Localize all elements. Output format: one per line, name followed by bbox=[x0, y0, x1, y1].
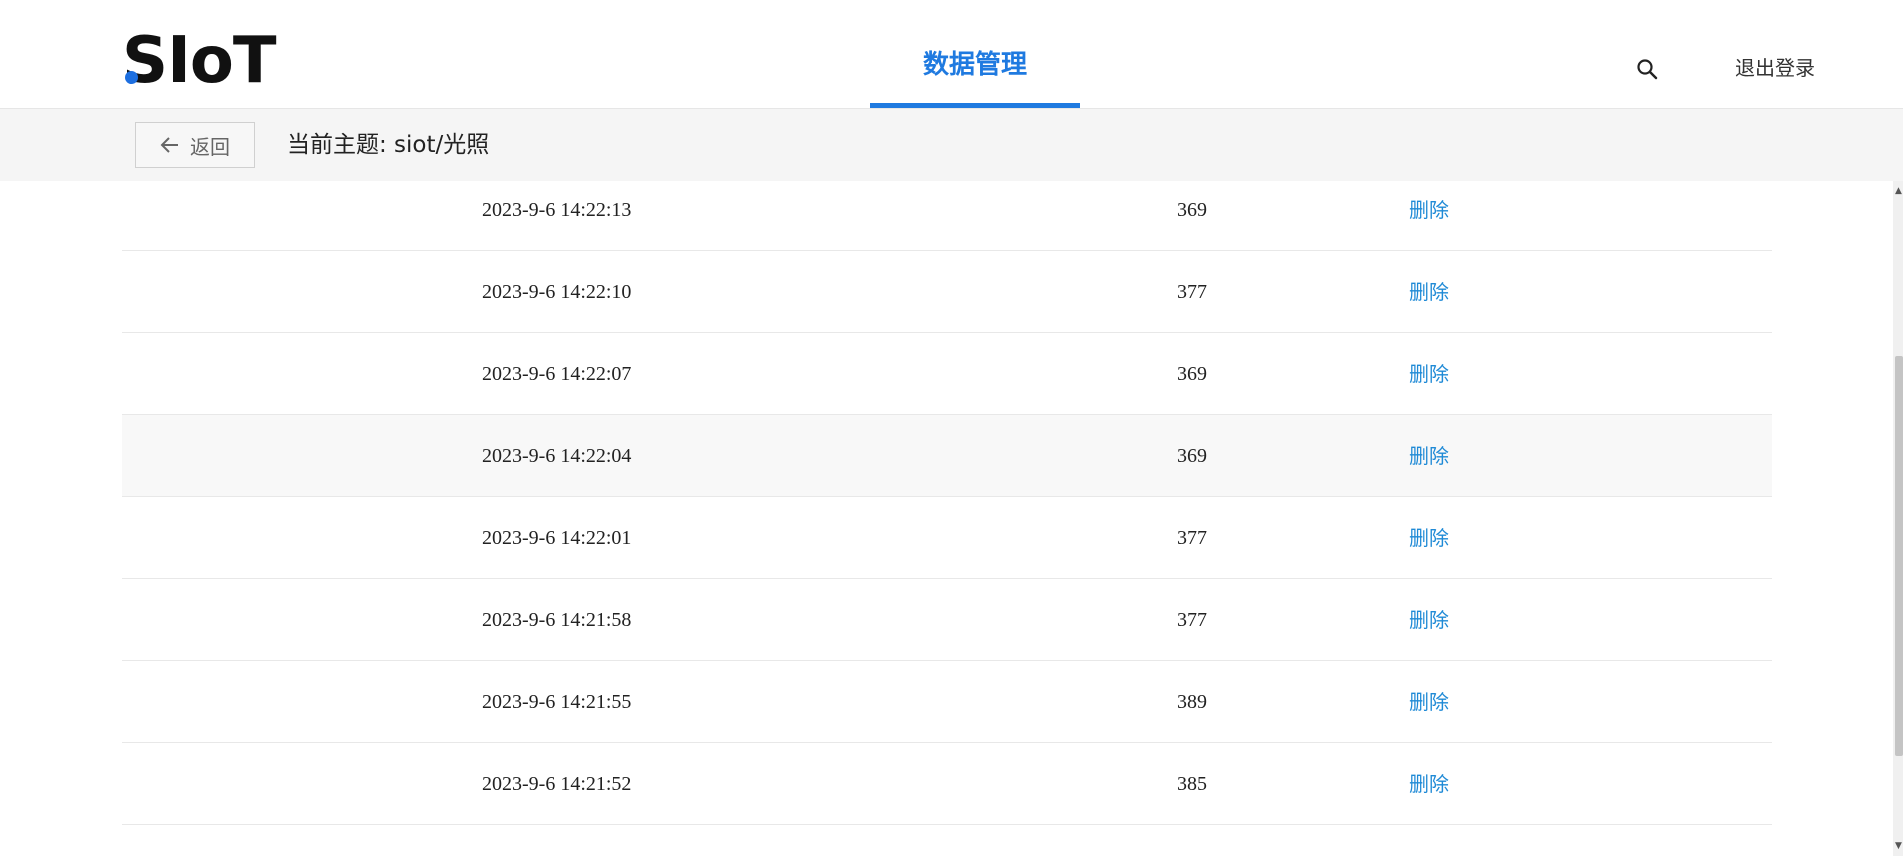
search-button[interactable] bbox=[1630, 52, 1664, 86]
vertical-scrollbar[interactable]: ▲ ▼ bbox=[1893, 181, 1903, 856]
arrow-left-icon bbox=[160, 137, 178, 153]
delete-link[interactable]: 删除 bbox=[1409, 333, 1449, 415]
row-value: 377 bbox=[1177, 281, 1207, 303]
topic-toolbar: 返回 当前主题: siot/光照 bbox=[0, 109, 1903, 181]
back-button[interactable]: 返回 bbox=[135, 122, 255, 168]
scrollbar-thumb[interactable] bbox=[1895, 356, 1903, 756]
delete-link[interactable]: 删除 bbox=[1409, 579, 1449, 661]
row-value: 377 bbox=[1177, 609, 1207, 631]
logout-button[interactable]: 退出登录 bbox=[1735, 53, 1815, 83]
delete-link[interactable]: 删除 bbox=[1409, 661, 1449, 743]
delete-link[interactable]: 删除 bbox=[1409, 743, 1449, 825]
row-timestamp: 2023-9-6 14:21:55 bbox=[482, 691, 632, 713]
row-timestamp: 2023-9-6 14:21:58 bbox=[482, 609, 632, 631]
table-row: 2023-9-6 14:21:52 385 删除 bbox=[122, 743, 1772, 825]
row-value: 369 bbox=[1177, 445, 1207, 467]
table-row: 2023-9-6 14:22:13 369 删除 bbox=[122, 181, 1772, 251]
data-table: 2023-9-6 14:22:13 369 删除 2023-9-6 14:22:… bbox=[122, 181, 1772, 856]
back-button-label: 返回 bbox=[190, 134, 230, 159]
row-value: 369 bbox=[1177, 363, 1207, 385]
logo-dot bbox=[125, 71, 138, 84]
row-value: 385 bbox=[1177, 773, 1207, 795]
active-tab-indicator bbox=[870, 103, 1080, 108]
logo-text: SIoT bbox=[122, 24, 277, 98]
row-timestamp: 2023-9-6 14:22:04 bbox=[482, 445, 632, 467]
delete-link[interactable]: 删除 bbox=[1409, 415, 1449, 497]
delete-link[interactable]: 删除 bbox=[1409, 251, 1449, 333]
row-timestamp: 2023-9-6 14:22:01 bbox=[482, 527, 632, 549]
table-row: 2023-9-6 14:22:10 377 删除 bbox=[122, 251, 1772, 333]
row-timestamp: 2023-9-6 14:22:13 bbox=[482, 199, 632, 221]
siot-logo[interactable]: SIoT bbox=[122, 24, 277, 98]
table-row: 2023-9-6 14:21:58 377 删除 bbox=[122, 579, 1772, 661]
row-value: 377 bbox=[1177, 527, 1207, 549]
row-timestamp: 2023-9-6 14:22:10 bbox=[482, 281, 632, 303]
table-row: 2023-9-6 14:22:01 377 删除 bbox=[122, 497, 1772, 579]
row-value: 389 bbox=[1177, 691, 1207, 713]
table-row: 2023-9-6 14:22:07 369 删除 bbox=[122, 333, 1772, 415]
table-row-hovered: 2023-9-6 14:22:04 369 删除 bbox=[122, 415, 1772, 497]
delete-link[interactable]: 删除 bbox=[1409, 497, 1449, 579]
tab-data-management[interactable]: 数据管理 bbox=[870, 16, 1080, 108]
row-timestamp: 2023-9-6 14:22:07 bbox=[482, 363, 632, 385]
scroll-down-arrow-icon[interactable]: ▼ bbox=[1894, 840, 1903, 852]
row-timestamp: 2023-9-6 14:21:52 bbox=[482, 773, 632, 795]
tab-data-management-label: 数据管理 bbox=[922, 49, 1027, 80]
row-value: 369 bbox=[1177, 199, 1207, 221]
scroll-up-arrow-icon[interactable]: ▲ bbox=[1894, 185, 1903, 197]
table-row: 2023-9-6 14:21:55 389 删除 bbox=[122, 661, 1772, 743]
current-topic-title: 当前主题: siot/光照 bbox=[287, 132, 490, 158]
search-icon bbox=[1637, 59, 1658, 80]
delete-link[interactable]: 删除 bbox=[1409, 181, 1449, 251]
top-navigation-bar: SIoT 数据管理 退出登录 bbox=[0, 8, 1903, 109]
